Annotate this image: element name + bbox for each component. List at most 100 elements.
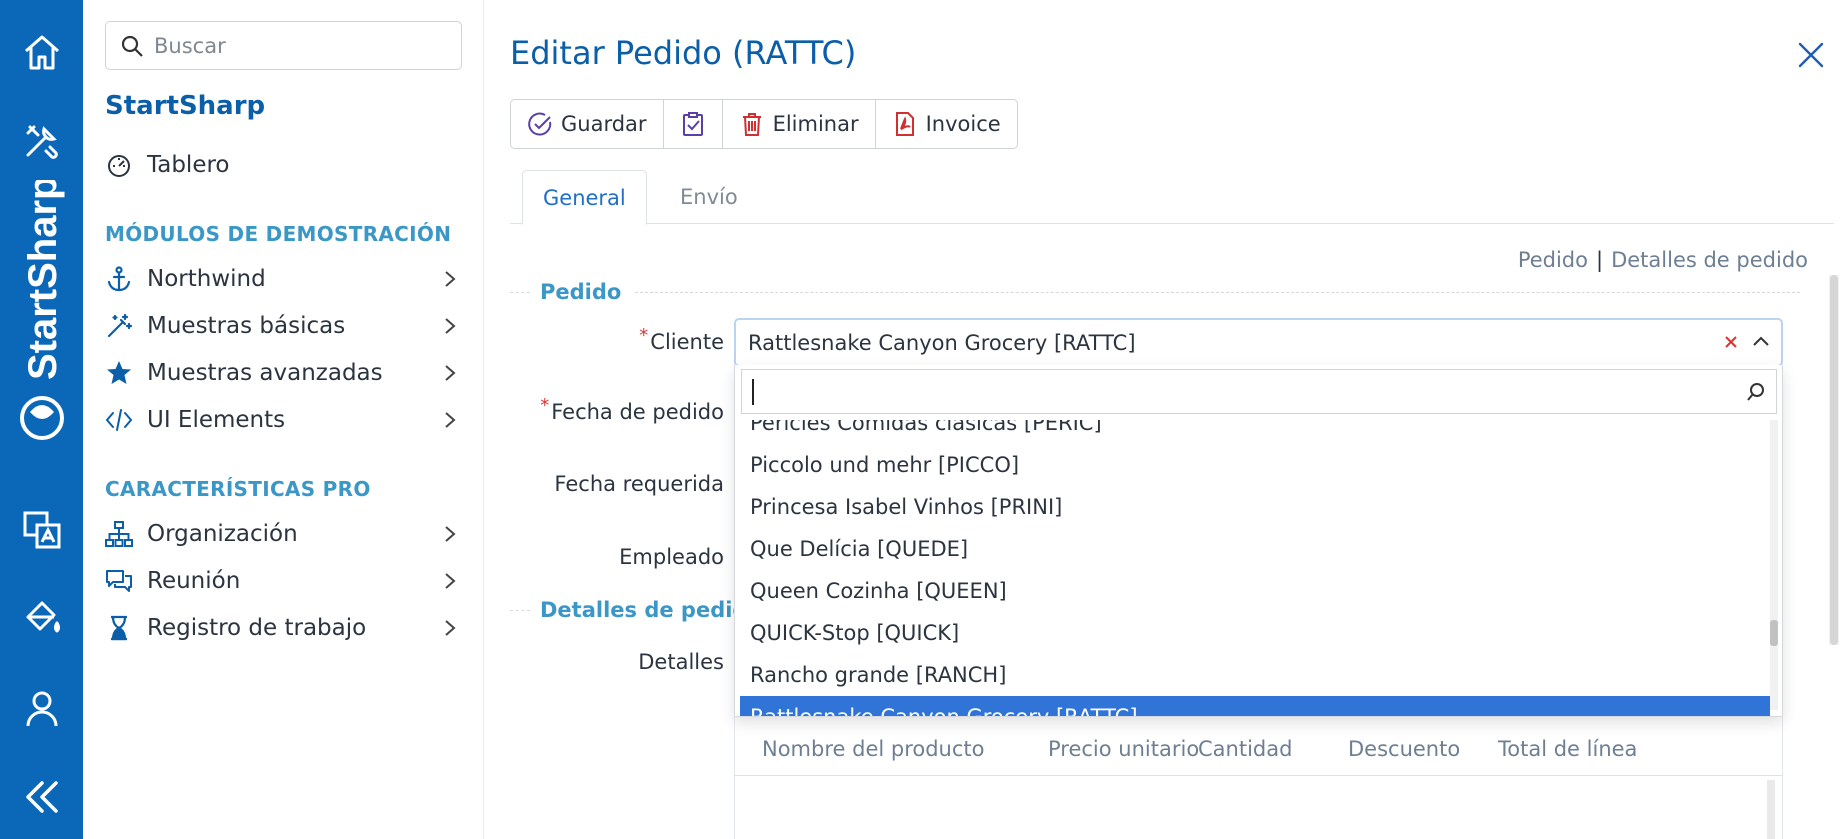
sidebar-item-muestras-avanzadas[interactable]: Muestras avanzadas: [105, 353, 465, 393]
sidebar-item-organizacion[interactable]: Organización: [105, 514, 465, 554]
form-category-links: Pedido | Detalles de pedido: [1518, 248, 1808, 272]
edit-order-dialog: Editar Pedido (RATTC) Guardar Eliminar I…: [484, 0, 1848, 839]
save-button-label: Guardar: [561, 112, 647, 136]
link-order-details[interactable]: Detalles de pedido: [1611, 248, 1808, 272]
sidebar-item-registro-de-trabajo[interactable]: Registro de trabajo: [105, 608, 465, 648]
col-line-total[interactable]: Total de línea: [1498, 737, 1637, 761]
section-pro-features: CARACTERÍSTICAS PRO: [105, 477, 371, 501]
dialog-tabs: General Envío: [510, 170, 1834, 225]
tab-envio[interactable]: Envío: [660, 170, 758, 224]
home-icon[interactable]: [20, 30, 64, 74]
col-unit-price[interactable]: Precio unitario: [1048, 737, 1199, 761]
sidebar-item-label: Reunión: [147, 568, 241, 594]
tab-general[interactable]: General: [522, 170, 647, 225]
search-input[interactable]: [154, 33, 444, 58]
anchor-icon: [105, 265, 133, 293]
pdf-file-icon: [895, 112, 914, 136]
category-order-title: Pedido: [540, 280, 622, 304]
search-icon: [121, 35, 143, 57]
customer-select-value: Rattlesnake Canyon Grocery [RATTC]: [748, 330, 1136, 355]
check-circle-icon: [528, 112, 552, 136]
dropdown-scrollbar[interactable]: [1770, 420, 1778, 710]
tools-icon[interactable]: [20, 119, 64, 163]
delete-button-label: Eliminar: [772, 112, 859, 136]
sidebar-item-label: Tablero: [147, 152, 230, 178]
code-icon: [105, 406, 133, 434]
sidebar-search[interactable]: [105, 21, 462, 70]
icon-rail: StartSharp: [0, 0, 83, 839]
chevron-right-icon: [445, 620, 456, 636]
col-discount[interactable]: Descuento: [1348, 737, 1460, 761]
sidebar-item-ui-elements[interactable]: UI Elements: [105, 400, 465, 440]
sidebar-item-label: Registro de trabajo: [147, 615, 367, 641]
text-cursor: [752, 378, 754, 405]
apply-changes-button[interactable]: [663, 100, 723, 148]
link-order[interactable]: Pedido: [1518, 248, 1588, 272]
chevron-right-icon: [445, 271, 456, 287]
customer-dropdown: Pericles Comidas clásicas [PERIC] Piccol…: [734, 365, 1783, 717]
label-details: Detalles: [638, 650, 724, 674]
sidebar-item-tablero[interactable]: Tablero: [105, 145, 465, 185]
sidebar-item-label: Muestras básicas: [147, 313, 346, 339]
hourglass-icon: [105, 614, 133, 642]
form-scrollbar[interactable]: [1829, 275, 1839, 645]
star-icon: [105, 359, 133, 387]
col-product-name[interactable]: Nombre del producto: [762, 737, 985, 761]
sidebar-item-label: Northwind: [147, 266, 266, 292]
list-item[interactable]: Piccolo und mehr [PICCO]: [740, 444, 1770, 486]
section-demo-modules: MÓDULOS DE DEMOSTRACIÓN: [105, 222, 452, 246]
invoice-button-label: Invoice: [925, 112, 1001, 136]
svg-text:StartSharp: StartSharp: [21, 180, 65, 380]
category-order-details: Detalles de pedido: [510, 598, 762, 622]
grid-scrollbar[interactable]: [1767, 780, 1775, 839]
chevron-right-icon: [445, 412, 456, 428]
sidebar-item-muestras-basicas[interactable]: Muestras básicas: [105, 306, 465, 346]
save-button[interactable]: Guardar: [511, 100, 664, 148]
sidebar-item-northwind[interactable]: Northwind: [105, 259, 465, 299]
clear-icon[interactable]: [1721, 332, 1741, 352]
search-icon: [1747, 383, 1764, 401]
label-customer: *Cliente: [639, 325, 724, 354]
list-item[interactable]: Que Delícia [QUEDE]: [740, 528, 1770, 570]
sidebar-item-label: Organización: [147, 521, 298, 547]
chevron-right-icon: [445, 318, 456, 334]
trash-icon: [742, 113, 761, 136]
sidebar-item-label: UI Elements: [147, 407, 286, 433]
collapse-icon[interactable]: [20, 775, 64, 819]
close-icon[interactable]: [1796, 40, 1826, 70]
invoice-button[interactable]: Invoice: [875, 100, 1017, 148]
sidebar-item-reunion[interactable]: Reunión: [105, 561, 465, 601]
brand-logo: StartSharp: [20, 180, 65, 440]
list-item-selected[interactable]: Rattlesnake Canyon Grocery [RATTC]: [740, 696, 1770, 716]
magic-wand-icon: [105, 312, 133, 340]
sidebar-item-label: Muestras avanzadas: [147, 360, 383, 386]
label-employee: Empleado: [619, 545, 724, 569]
dialog-toolbar: Guardar Eliminar Invoice: [510, 99, 1018, 149]
sidebar-title[interactable]: StartSharp: [105, 91, 265, 121]
label-order-date: *Fecha de pedido: [540, 395, 724, 424]
category-order: Pedido: [510, 280, 1800, 304]
chevron-right-icon: [445, 365, 456, 381]
chevron-right-icon: [445, 526, 456, 542]
details-grid-header: Nombre del producto Precio unitario Cant…: [734, 720, 1783, 776]
delete-button[interactable]: Eliminar: [722, 100, 876, 148]
paint-bucket-icon[interactable]: [20, 597, 64, 641]
dialog-title: Editar Pedido (RATTC): [510, 34, 857, 72]
user-icon[interactable]: [20, 686, 64, 730]
list-item[interactable]: Queen Cozinha [QUEEN]: [740, 570, 1770, 612]
col-quantity[interactable]: Cantidad: [1198, 737, 1292, 761]
dropdown-search-input[interactable]: [741, 369, 1777, 414]
list-item[interactable]: QUICK-Stop [QUICK]: [740, 612, 1770, 654]
customer-select[interactable]: Rattlesnake Canyon Grocery [RATTC]: [734, 318, 1783, 367]
chevron-up-icon[interactable]: [1749, 330, 1773, 354]
chat-icon: [105, 567, 133, 595]
list-item[interactable]: Pericles Comidas clásicas [PERIC]: [740, 420, 1770, 444]
translate-icon[interactable]: [20, 508, 64, 552]
dropdown-options: Pericles Comidas clásicas [PERIC] Piccol…: [740, 420, 1770, 716]
list-item[interactable]: Rancho grande [RANCH]: [740, 654, 1770, 696]
list-item[interactable]: Princesa Isabel Vinhos [PRINI]: [740, 486, 1770, 528]
link-separator: |: [1596, 248, 1604, 272]
category-details-title: Detalles de pedido: [540, 598, 762, 622]
clipboard-check-icon: [682, 112, 703, 136]
label-required-date: Fecha requerida: [554, 472, 724, 496]
